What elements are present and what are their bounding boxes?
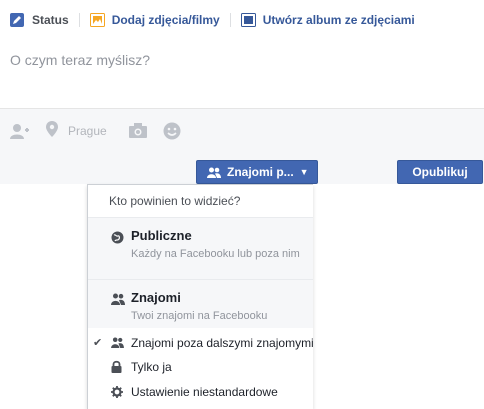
audience-selector-button[interactable]: Znajomi p... ▼ — [196, 160, 318, 184]
menu-item-public[interactable]: Publiczne Każdy na Facebooku lub poza ni… — [88, 217, 313, 279]
location-text: Prague — [68, 123, 107, 138]
publish-button[interactable]: Opublikuj — [397, 160, 483, 184]
location-pin-icon — [46, 121, 58, 140]
composer-tabs: Status Dodaj zdjęcia/filmy Utwórz album … — [0, 0, 484, 40]
composer-placeholder: O czym teraz myślisz? — [10, 52, 151, 68]
menu-item-friends-desc: Twoi znajomi na Facebooku — [131, 310, 268, 322]
composer-tools: Prague — [0, 108, 484, 152]
menu-item-friends[interactable]: Znajomi Twoi znajomi na Facebooku — [88, 279, 313, 328]
checkmark-icon: ✔ — [93, 337, 103, 349]
status-composer[interactable]: O czym teraz myślisz? — [0, 40, 484, 108]
menu-item-public-desc: Każdy na Facebooku lub poza nim — [131, 248, 300, 260]
gear-icon — [111, 386, 124, 399]
globe-icon — [111, 231, 124, 244]
tab-divider — [78, 13, 80, 27]
tab-create-album[interactable]: Utwórz album ze zdjęciami — [240, 0, 415, 40]
menu-item-friends-title: Znajomi — [131, 290, 181, 305]
friends-icon — [207, 167, 221, 178]
menu-header: Kto powinien to widzieć? — [109, 194, 241, 208]
tag-friends-icon[interactable] — [10, 123, 30, 139]
menu-item-label: Ustawienie niestandardowe — [131, 385, 278, 399]
album-icon — [240, 13, 257, 27]
location-tool[interactable]: Prague — [46, 121, 107, 140]
menu-item-label: Znajomi poza dalszymi znajomymi — [131, 336, 313, 350]
lock-icon — [111, 360, 124, 373]
tab-add-photos-label: Dodaj zdjęcia/filmy — [111, 13, 220, 27]
tab-status-label: Status — [32, 13, 69, 27]
menu-item-public-title: Publiczne — [131, 228, 192, 243]
menu-item-custom[interactable]: Ustawienie niestandardowe — [88, 379, 313, 409]
menu-item-only-me[interactable]: Tylko ja — [88, 354, 313, 379]
tab-create-album-label: Utwórz album ze zdjęciami — [262, 13, 415, 27]
camera-icon[interactable] — [128, 123, 147, 138]
tab-status[interactable]: Status — [10, 0, 69, 40]
audience-menu: Kto powinien to widzieć? Publiczne Każdy… — [87, 184, 313, 409]
tab-add-photos[interactable]: Dodaj zdjęcia/filmy — [89, 0, 220, 40]
friends-icon — [111, 293, 125, 306]
emoji-icon[interactable] — [163, 122, 181, 140]
menu-item-label: Tylko ja — [131, 360, 172, 374]
menu-item-friends-except-acquaintances[interactable]: ✔ Znajomi poza dalszymi znajomymi — [88, 328, 313, 354]
friends-icon — [111, 337, 124, 350]
tab-divider — [229, 13, 231, 27]
photo-icon — [89, 13, 106, 27]
caret-down-icon: ▼ — [299, 167, 309, 177]
audience-button-label: Znajomi p... — [227, 165, 294, 179]
pencil-icon — [10, 13, 26, 27]
